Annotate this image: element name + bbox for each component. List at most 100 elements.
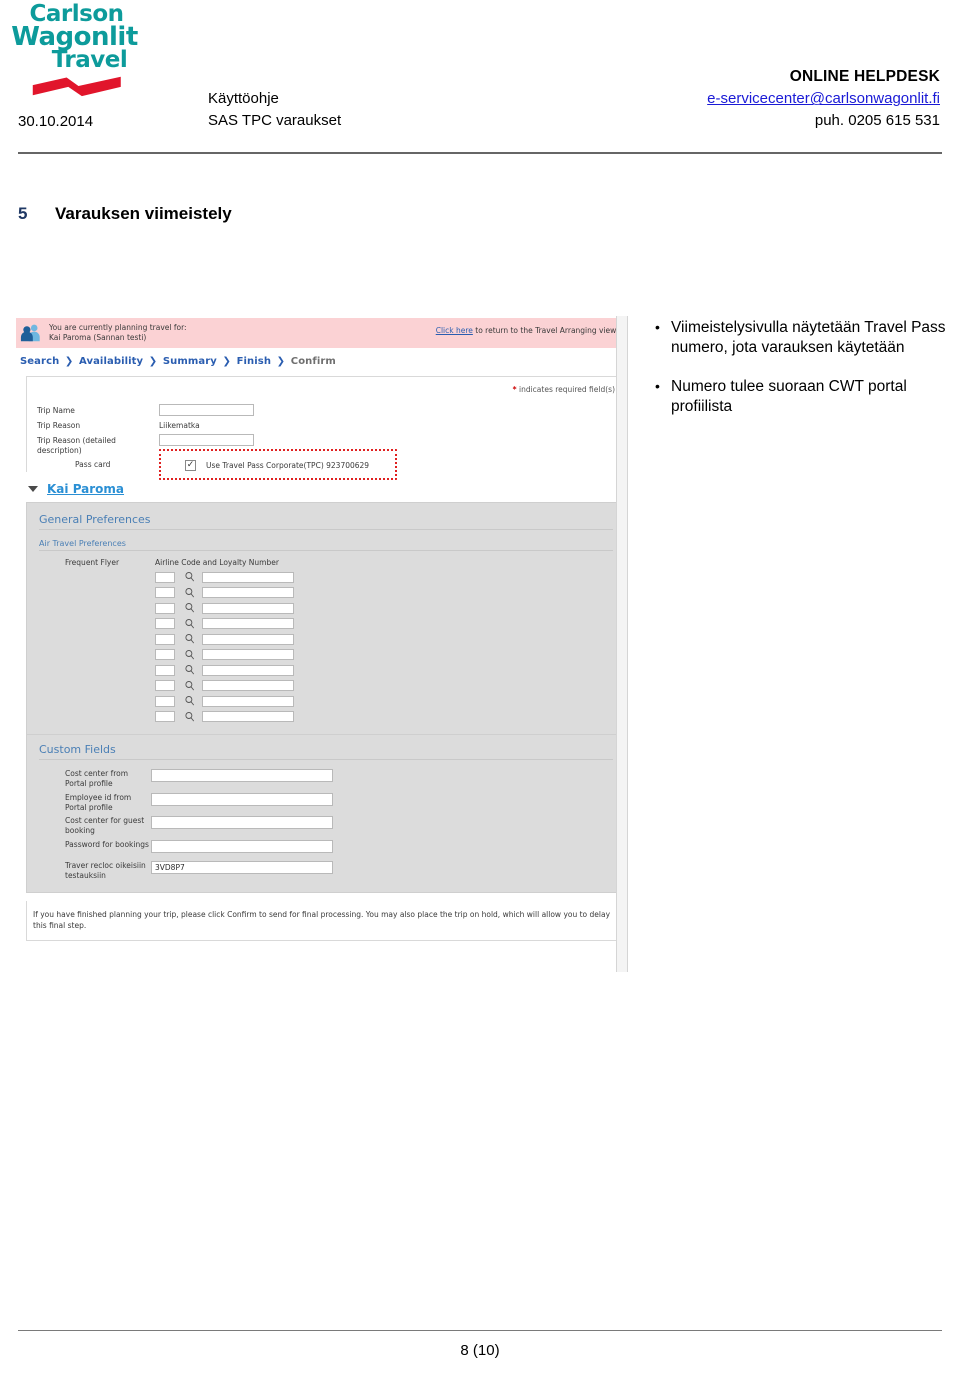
search-icon[interactable] xyxy=(184,711,196,723)
breadcrumb-item-availability[interactable]: Availability xyxy=(79,356,143,367)
required-fields-note: * indicates required field(s) xyxy=(37,385,615,394)
carlson-wagonlit-travel-logo: Carlson Wagonlit Travel xyxy=(11,2,139,102)
custom-field-input[interactable] xyxy=(151,839,333,853)
helpdesk-phone: puh. 0205 615 531 xyxy=(814,112,940,130)
use-travel-pass-checkbox[interactable]: ✓ xyxy=(185,459,196,471)
airline-code-input[interactable] xyxy=(155,649,175,661)
traveler-banner-line1: You are currently planning travel for: xyxy=(49,322,187,332)
pass-card-checkbox-row: ✓ Use Travel Pass Corporate(TPC) 9237006… xyxy=(157,458,369,472)
airline-code-input[interactable] xyxy=(155,633,175,645)
screenshot-scrollbar[interactable] xyxy=(616,316,628,972)
breadcrumb-item-finish[interactable]: Finish xyxy=(237,356,271,367)
search-icon[interactable] xyxy=(184,587,196,599)
chevron-down-icon xyxy=(28,486,38,493)
helpdesk-title: ONLINE HELPDESK xyxy=(789,68,940,85)
frequent-flyer-row xyxy=(155,680,294,692)
section-number: 5 xyxy=(18,204,28,223)
custom-field-input[interactable] xyxy=(151,792,333,806)
frequent-flyer-row xyxy=(155,711,294,723)
custom-fields-panel: Custom Fields Cost center from Portal pr… xyxy=(26,735,626,894)
airline-code-input[interactable] xyxy=(155,711,175,723)
doc-type-label: Käyttöohje xyxy=(208,90,279,107)
confirm-instructions-note: If you have finished planning your trip,… xyxy=(26,901,626,941)
loyalty-number-input[interactable] xyxy=(202,695,294,707)
header-date: 30.10.2014 xyxy=(18,113,94,130)
traveler-banner-line2: Kai Paroma (Sannan testi) xyxy=(49,333,147,342)
loyalty-number-input[interactable] xyxy=(202,587,294,599)
custom-field-row: Employee id from Portal profile xyxy=(39,792,613,813)
bullet-dot-icon: • xyxy=(655,319,660,335)
custom-field-row: Password for bookings xyxy=(39,839,613,853)
doc-subject-label: SAS TPC varaukset xyxy=(208,111,342,129)
click-here-link[interactable]: Click here xyxy=(436,326,473,335)
airline-code-input[interactable] xyxy=(155,695,175,707)
custom-field-input[interactable] xyxy=(151,816,333,830)
embedded-app-screenshot: You are currently planning travel for: K… xyxy=(14,316,628,972)
loyalty-number-input[interactable] xyxy=(202,633,294,645)
logo-ribbon-icon xyxy=(32,76,121,97)
frequent-flyer-row xyxy=(155,664,294,676)
list-item: • Viimeistelysivulla näytetään Travel Pa… xyxy=(655,318,947,359)
airline-code-input[interactable] xyxy=(155,618,175,630)
trip-reason-detailed-label: Trip Reason (detailed description) xyxy=(37,435,116,455)
custom-field-label: Cost center from Portal profile xyxy=(65,769,129,788)
header-document-title: Käyttöohje SAS TPC varaukset xyxy=(208,88,341,132)
loyalty-number-input[interactable] xyxy=(202,602,294,614)
trip-name-input[interactable] xyxy=(159,404,254,416)
search-icon[interactable] xyxy=(184,649,196,661)
breadcrumb-separator-icon: ❯ xyxy=(148,356,158,367)
loyalty-number-input[interactable] xyxy=(202,680,294,692)
traveler-section-toggle[interactable]: Kai Paroma xyxy=(28,482,628,496)
loyalty-number-input[interactable] xyxy=(202,649,294,661)
click-here-suffix: to return to the Travel Arranging view. xyxy=(472,326,618,335)
breadcrumb-separator-icon: ❯ xyxy=(64,356,74,367)
search-icon[interactable] xyxy=(184,571,196,583)
trip-reason-detailed-input[interactable] xyxy=(159,433,254,446)
section-heading: 5 Varauksen viimeistely xyxy=(18,204,232,224)
search-icon[interactable] xyxy=(184,680,196,692)
frequent-flyer-row xyxy=(155,602,294,614)
custom-field-row: Cost center from Portal profile xyxy=(39,769,613,789)
search-icon[interactable] xyxy=(184,695,196,707)
airline-code-input[interactable] xyxy=(155,680,175,692)
pass-card-control: ✓ Use Travel Pass Corporate(TPC) 9237006… xyxy=(157,449,397,481)
custom-field-row: Traver recloc oikeisiin testauksiin 3VD8P… xyxy=(39,860,613,881)
custom-field-row: Cost center for guest booking xyxy=(39,816,613,836)
helpdesk-email-link[interactable]: e-servicecenter@carlsonwagonlit.fi xyxy=(707,88,940,110)
page-title: Varauksen viimeistely xyxy=(55,204,232,223)
airline-code-input[interactable] xyxy=(155,664,175,676)
search-icon[interactable] xyxy=(184,602,196,614)
custom-field-input[interactable]: 3VD8P7 xyxy=(151,860,333,874)
custom-field-label: Password for bookings xyxy=(65,839,149,849)
custom-field-input[interactable] xyxy=(151,769,333,783)
loyalty-number-input[interactable] xyxy=(202,664,294,676)
breadcrumb-item-summary[interactable]: Summary xyxy=(163,356,217,367)
trip-details-panel: * indicates required field(s) Trip Name … xyxy=(26,376,626,481)
general-preferences-title: General Preferences xyxy=(39,513,613,531)
use-travel-pass-label: Use Travel Pass Corporate(TPC) 923700629 xyxy=(206,460,370,470)
frequent-flyer-row xyxy=(155,571,294,583)
breadcrumb-separator-icon: ❯ xyxy=(222,356,231,367)
required-asterisk-icon: * xyxy=(512,385,517,394)
preferences-panel: General Preferences Air Travel Preferenc… xyxy=(26,502,626,736)
airline-code-input[interactable] xyxy=(155,602,175,614)
airline-code-input[interactable] xyxy=(155,587,175,599)
search-icon[interactable] xyxy=(184,664,196,676)
frequent-flyer-row xyxy=(155,695,294,707)
bullet-text-2: Numero tulee suoraan CWT portal profiili… xyxy=(671,377,907,416)
search-icon[interactable] xyxy=(184,633,196,645)
loyalty-number-input[interactable] xyxy=(202,711,294,723)
loyalty-number-input[interactable] xyxy=(202,618,294,630)
airline-code-input[interactable] xyxy=(155,571,175,583)
search-icon[interactable] xyxy=(184,618,196,630)
breadcrumb-separator-icon: ❯ xyxy=(276,356,286,367)
traveler-name-link[interactable]: Kai Paroma xyxy=(47,482,124,496)
traveler-context-banner: You are currently planning travel for: K… xyxy=(16,318,626,348)
page-number: 8 (10) xyxy=(460,1342,500,1359)
form-row-pass-card: Pass card ✓ Use Travel Pass Corporate(TP… xyxy=(37,449,615,481)
loyalty-number-input[interactable] xyxy=(202,571,294,583)
people-icon xyxy=(20,324,40,342)
breadcrumb-item-search[interactable]: Search xyxy=(20,356,59,367)
trip-reason-value: Liikematka xyxy=(159,421,200,430)
trip-name-label: Trip Name xyxy=(37,406,75,415)
